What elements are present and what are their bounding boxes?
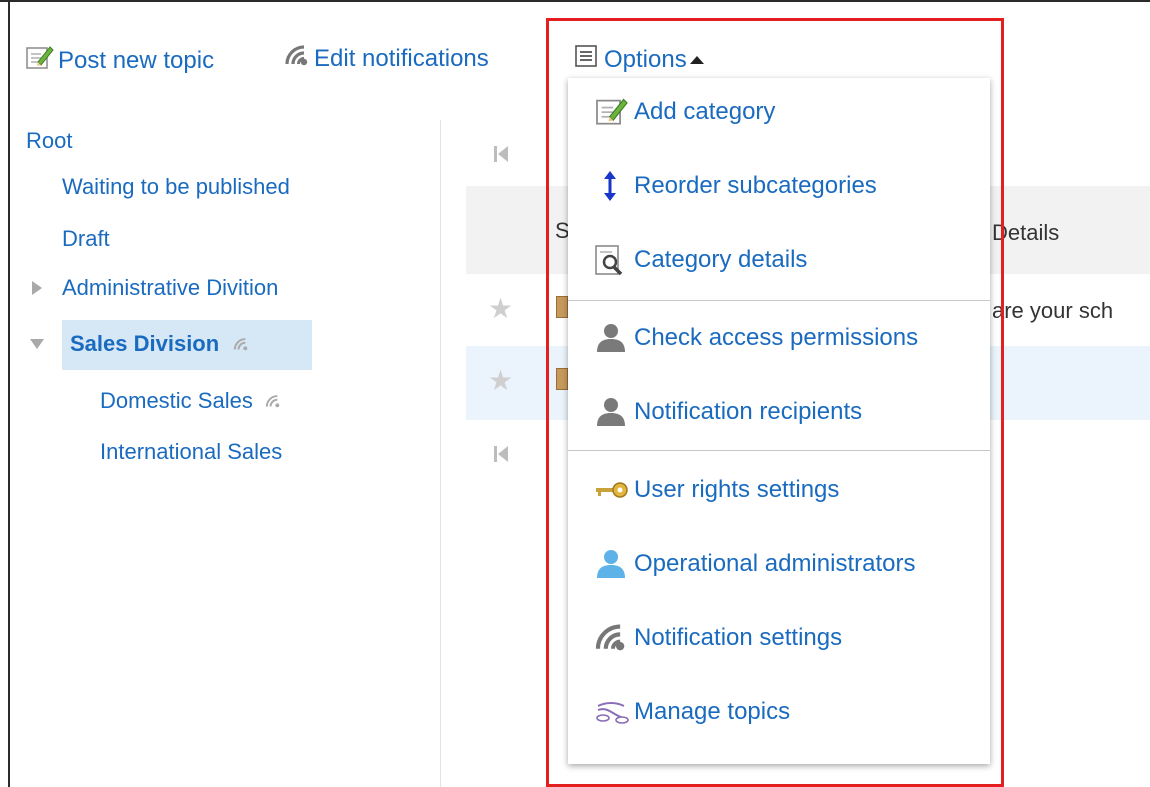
post-new-topic-label: Post new topic xyxy=(58,46,215,74)
menu-item-manage-topics[interactable]: Manage topics xyxy=(594,696,790,728)
menu-item-label: Notification settings xyxy=(634,624,843,651)
collapse-caret-icon[interactable] xyxy=(30,339,44,349)
tree-item-root-label: Root xyxy=(26,128,73,153)
admin-user-icon xyxy=(594,548,634,580)
star-icon[interactable]: ★ xyxy=(488,292,513,325)
tree-item-root[interactable]: Root xyxy=(26,128,72,154)
tree-item-domestic-sales[interactable]: Domestic Sales xyxy=(100,388,281,414)
window-frame-left xyxy=(8,0,10,787)
tree-item-admin-label: Administrative Divition xyxy=(62,275,279,300)
edit-notifications-link[interactable]: Edit notifications xyxy=(284,44,489,73)
menu-item-operational-administrators[interactable]: Operational administrators xyxy=(594,548,915,580)
list-menu-icon xyxy=(574,44,600,75)
menu-item-notification-recipients[interactable]: Notification recipients xyxy=(594,396,862,428)
user-icon xyxy=(594,396,634,428)
window-frame-top xyxy=(0,0,1150,2)
star-icon[interactable]: ★ xyxy=(488,364,513,397)
notification-icon xyxy=(594,622,634,654)
menu-item-user-rights-settings[interactable]: User rights settings xyxy=(594,474,839,506)
options-dropdown-toggle[interactable]: Options xyxy=(574,44,704,75)
expand-caret-icon[interactable] xyxy=(32,281,42,295)
edit-notifications-label: Edit notifications xyxy=(314,44,489,72)
tree-item-administrative-divition[interactable]: Administrative Divition xyxy=(32,275,278,301)
menu-item-notification-settings[interactable]: Notification settings xyxy=(594,622,842,654)
menu-item-label: Check access permissions xyxy=(634,324,919,351)
menu-separator xyxy=(568,450,990,451)
list-header-details: Details xyxy=(992,220,1060,245)
menu-item-label: Category details xyxy=(634,246,808,273)
menu-item-reorder-subcategories[interactable]: Reorder subcategories xyxy=(594,170,877,202)
key-icon xyxy=(594,474,634,506)
manage-topics-icon xyxy=(594,696,634,728)
tree-item-waiting-label: Waiting to be published xyxy=(62,174,290,199)
post-new-topic-link[interactable]: Post new topic xyxy=(26,44,214,77)
menu-separator xyxy=(568,300,990,301)
topic-icon xyxy=(556,368,568,390)
reorder-arrows-icon xyxy=(594,170,634,202)
caret-up-icon xyxy=(689,55,704,64)
tree-item-draft-label: Draft xyxy=(62,226,110,251)
notification-icon xyxy=(265,388,281,414)
menu-item-label: Reorder subcategories xyxy=(634,172,877,199)
menu-item-label: Add category xyxy=(634,98,776,125)
options-dropdown-menu: Add category Reorder subcategories Categ… xyxy=(568,78,990,764)
menu-item-add-category[interactable]: Add category xyxy=(594,96,775,128)
menu-item-category-details[interactable]: Category details xyxy=(594,244,807,276)
menu-item-label: User rights settings xyxy=(634,476,840,503)
notification-icon xyxy=(233,331,249,357)
tree-item-sales-division[interactable]: Sales Division xyxy=(30,331,249,357)
first-page-icon[interactable] xyxy=(494,146,508,162)
tree-item-draft[interactable]: Draft xyxy=(62,226,110,252)
menu-item-check-access-permissions[interactable]: Check access permissions xyxy=(594,322,918,354)
first-page-icon[interactable] xyxy=(494,446,508,462)
tree-item-international-sales[interactable]: International Sales xyxy=(100,439,282,465)
user-icon xyxy=(594,322,634,354)
edit-note-icon xyxy=(594,96,634,128)
options-label: Options xyxy=(604,45,687,73)
list-row-details: are your sch xyxy=(992,298,1114,323)
menu-item-label: Notification recipients xyxy=(634,398,863,425)
tree-item-sales-label: Sales Division xyxy=(70,331,220,356)
notification-icon xyxy=(284,44,310,73)
pane-divider xyxy=(440,120,441,787)
topic-icon xyxy=(556,296,568,318)
menu-item-label: Manage topics xyxy=(634,698,791,725)
tree-item-domestic-label: Domestic Sales xyxy=(100,388,253,413)
edit-note-icon xyxy=(26,44,54,77)
tree-item-waiting-to-be-published[interactable]: Waiting to be published xyxy=(62,174,290,200)
menu-item-label: Operational administrators xyxy=(634,550,916,577)
details-magnifier-icon xyxy=(594,244,634,276)
tree-item-international-label: International Sales xyxy=(100,439,283,464)
